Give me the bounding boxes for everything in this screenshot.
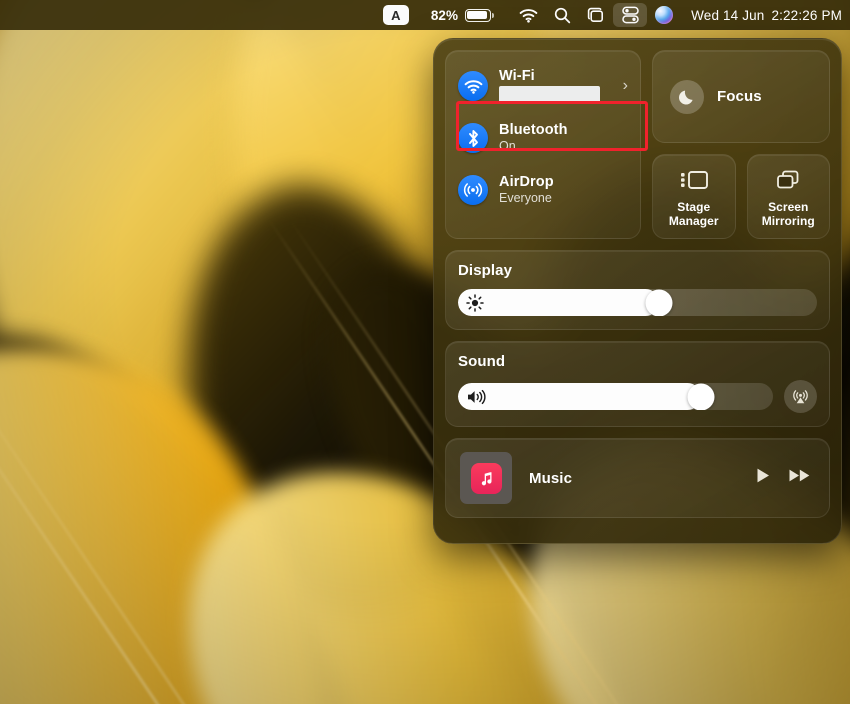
airplay-audio-button[interactable]	[784, 380, 817, 413]
menu-bar-clock[interactable]: Wed 14 Jun 2:22:26 PM	[691, 8, 842, 23]
display-slider-wrap	[458, 289, 817, 316]
control-center-top-row: Wi-Fi › Bluetooth On	[445, 50, 830, 239]
control-center-right-column: Focus StageManager	[652, 50, 830, 239]
stage-manager-icon	[679, 169, 709, 196]
stage-manager-tile[interactable]: StageManager	[652, 154, 736, 239]
focus-tile[interactable]: Focus	[652, 50, 830, 143]
siri-icon[interactable]	[647, 4, 681, 26]
music-widget: Music	[445, 438, 830, 518]
battery-status[interactable]: 82%	[431, 8, 491, 23]
airdrop-status: Everyone	[499, 192, 554, 205]
menu-bar: A 82%	[0, 0, 850, 30]
brightness-icon	[466, 294, 484, 312]
screen-mirroring-label: ScreenMirroring	[762, 201, 815, 228]
moon-icon	[670, 80, 704, 114]
display-card: Display	[445, 250, 830, 330]
screen-mirroring-tile[interactable]: ScreenMirroring	[747, 154, 831, 239]
brightness-slider[interactable]	[458, 289, 817, 316]
focus-label: Focus	[717, 88, 762, 105]
control-center-icon[interactable]	[613, 3, 647, 27]
wifi-toggle-icon	[458, 71, 488, 101]
tiles-row: StageManager ScreenMirroring	[652, 154, 830, 239]
connectivity-card: Wi-Fi › Bluetooth On	[445, 50, 641, 239]
sound-slider-wrap	[458, 380, 817, 413]
battery-icon	[465, 9, 491, 22]
airdrop-toggle-icon	[458, 175, 488, 205]
wifi-row[interactable]: Wi-Fi ›	[446, 60, 640, 112]
airdrop-title: AirDrop	[499, 175, 554, 190]
fast-forward-icon[interactable]	[788, 466, 812, 490]
volume-slider[interactable]	[458, 383, 773, 410]
screen-mirroring-label-line2: Mirroring	[762, 214, 815, 228]
speaker-icon	[466, 388, 487, 405]
screen-mirroring-label-line1: Screen	[768, 200, 808, 214]
bluetooth-toggle-icon	[458, 123, 488, 153]
screen: A 82%	[0, 0, 850, 704]
menu-bar-time: 2:22:26 PM	[771, 8, 842, 23]
music-controls	[753, 466, 812, 490]
keyboard-input-indicator[interactable]: A	[383, 5, 409, 25]
wifi-text: Wi-Fi	[499, 69, 600, 103]
music-app-icon	[471, 463, 502, 494]
screen-mirroring-icon	[774, 169, 802, 196]
chevron-right-icon[interactable]: ›	[623, 77, 628, 95]
bluetooth-row[interactable]: Bluetooth On	[446, 112, 640, 164]
search-icon[interactable]	[545, 4, 579, 26]
sound-title: Sound	[458, 353, 817, 370]
bluetooth-title: Bluetooth	[499, 123, 568, 138]
mission-control-icon[interactable]	[579, 4, 613, 26]
stage-manager-label-line1: Stage	[677, 200, 710, 214]
battery-percent-label: 82%	[431, 8, 458, 23]
wifi-icon[interactable]	[511, 4, 545, 26]
play-icon[interactable]	[753, 466, 772, 490]
control-center-panel: Wi-Fi › Bluetooth On	[433, 38, 842, 544]
stage-manager-label-line2: Manager	[669, 214, 719, 228]
bluetooth-status: On	[499, 140, 568, 153]
airdrop-text: AirDrop Everyone	[499, 175, 554, 205]
stage-manager-label: StageManager	[669, 201, 719, 228]
sound-card: Sound	[445, 341, 830, 427]
airdrop-row[interactable]: AirDrop Everyone	[446, 164, 640, 216]
wifi-network-name-redacted	[499, 86, 600, 103]
bluetooth-text: Bluetooth On	[499, 123, 568, 153]
wifi-title: Wi-Fi	[499, 69, 600, 84]
music-album-art	[460, 452, 512, 504]
music-app-name: Music	[529, 470, 736, 487]
display-title: Display	[458, 262, 817, 279]
menu-bar-date: Wed 14 Jun	[691, 8, 764, 23]
